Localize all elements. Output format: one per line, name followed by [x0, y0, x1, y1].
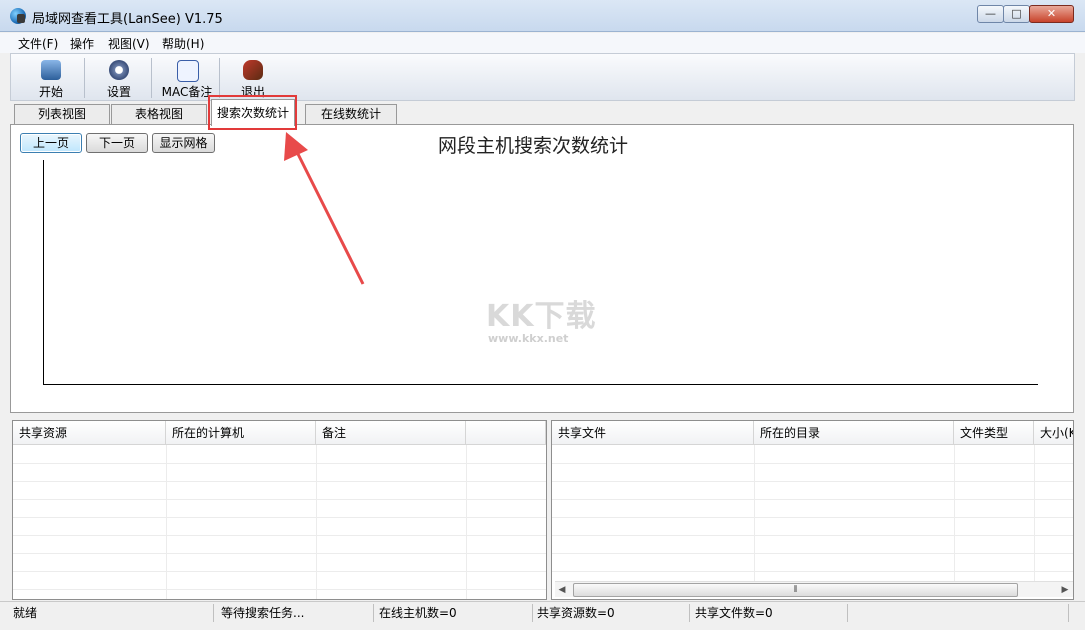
status-empty [849, 604, 1069, 622]
exit-icon [243, 60, 263, 80]
window-title: 局域网查看工具(LanSee) V1.75 [32, 12, 223, 27]
column-header[interactable]: 所在的计算机 [166, 421, 316, 445]
grid-line [552, 553, 1073, 554]
status-task: 等待搜索任务... [217, 604, 374, 622]
menu-help[interactable]: 帮助(H) [158, 35, 208, 52]
grid-line [754, 445, 755, 581]
column-header[interactable]: 共享资源 [13, 421, 166, 445]
grid-line [13, 481, 546, 482]
scroll-left-icon[interactable]: ◀ [555, 583, 569, 597]
column-header[interactable]: 所在的目录 [754, 421, 954, 445]
close-button[interactable]: ✕ [1029, 5, 1074, 23]
maximize-button[interactable]: □ [1003, 5, 1030, 23]
column-header[interactable]: 备注 [316, 421, 466, 445]
menu-view[interactable]: 视图(V) [104, 35, 154, 52]
annotation-arrow [284, 132, 365, 285]
grid-line [552, 463, 1073, 464]
grid-line [13, 535, 546, 536]
chart-y-axis [43, 160, 44, 385]
scroll-right-icon[interactable]: ▶ [1058, 583, 1072, 597]
status-shared-files: 共享文件数=0 [691, 604, 848, 622]
table-header: 共享资源 所在的计算机 备注 [13, 421, 546, 445]
status-shared-resources: 共享资源数=0 [533, 604, 690, 622]
column-header[interactable]: 共享文件 [552, 421, 754, 445]
status-ready: 就绪 [9, 604, 214, 622]
settings-label: 设置 [106, 85, 131, 99]
grid-line [13, 571, 546, 572]
start-button[interactable]: 开始 [23, 54, 79, 100]
grid-line [552, 481, 1073, 482]
start-label: 开始 [38, 85, 63, 99]
highlight-box [208, 95, 297, 130]
grid-line [954, 445, 955, 581]
watermark-url: www.kkx.net [488, 332, 569, 345]
column-header[interactable]: 大小(K [1034, 421, 1073, 445]
grid-line [552, 535, 1073, 536]
toolbar: 开始 设置 MAC备注 退出 [10, 53, 1075, 101]
prev-page-button[interactable]: 上一页 [20, 133, 82, 153]
table-header: 共享文件 所在的目录 文件类型 大小(K [552, 421, 1073, 445]
grid-line [13, 499, 546, 500]
column-header[interactable] [466, 421, 546, 445]
toolbar-separator [219, 58, 220, 98]
grid-line [466, 445, 467, 599]
shared-files-table[interactable]: 共享文件 所在的目录 文件类型 大小(K ◀ ⦀ ▶ [551, 420, 1074, 600]
chart-title: 网段主机搜索次数统计 [438, 135, 629, 157]
scrollbar-thumb[interactable]: ⦀ [573, 583, 1018, 597]
watermark-logo: KK下载 [486, 299, 597, 334]
tab-table-view[interactable]: 表格视图 [111, 104, 207, 124]
grid-line [13, 589, 546, 590]
grid-line [166, 445, 167, 599]
grid-line [13, 463, 546, 464]
grid-line [552, 499, 1073, 500]
next-page-button[interactable]: 下一页 [86, 133, 148, 153]
settings-gear-icon [109, 60, 129, 80]
grid-line [552, 517, 1073, 518]
shared-resources-table[interactable]: 共享资源 所在的计算机 备注 [12, 420, 547, 600]
menu-file[interactable]: 文件(F) [14, 35, 62, 52]
horizontal-scrollbar[interactable]: ◀ ⦀ ▶ [555, 581, 1073, 597]
toolbar-separator [151, 58, 152, 98]
settings-button[interactable]: 设置 [91, 54, 147, 100]
grid-line [1034, 445, 1035, 581]
chart-panel [10, 124, 1074, 413]
exit-button[interactable]: 退出 [225, 54, 281, 100]
status-bar: 就绪 等待搜索任务... 在线主机数=0 共享资源数=0 共享文件数=0 [0, 601, 1085, 630]
start-icon [41, 60, 61, 80]
status-online-hosts: 在线主机数=0 [375, 604, 533, 622]
column-header[interactable]: 文件类型 [954, 421, 1034, 445]
grid-line [552, 571, 1073, 572]
grid-line [13, 517, 546, 518]
show-grid-button[interactable]: 显示网格 [152, 133, 215, 153]
mac-note-button[interactable]: MAC备注 [156, 54, 218, 100]
minimize-button[interactable]: — [977, 5, 1004, 23]
note-edit-icon [177, 60, 199, 82]
chart-x-axis [43, 384, 1038, 385]
app-icon [10, 8, 26, 24]
tab-list-view[interactable]: 列表视图 [14, 104, 110, 124]
grid-line [316, 445, 317, 599]
grid-line [13, 553, 546, 554]
menu-operate[interactable]: 操作 [66, 35, 98, 52]
toolbar-separator [84, 58, 85, 98]
tab-online-stats[interactable]: 在线数统计 [305, 104, 397, 124]
